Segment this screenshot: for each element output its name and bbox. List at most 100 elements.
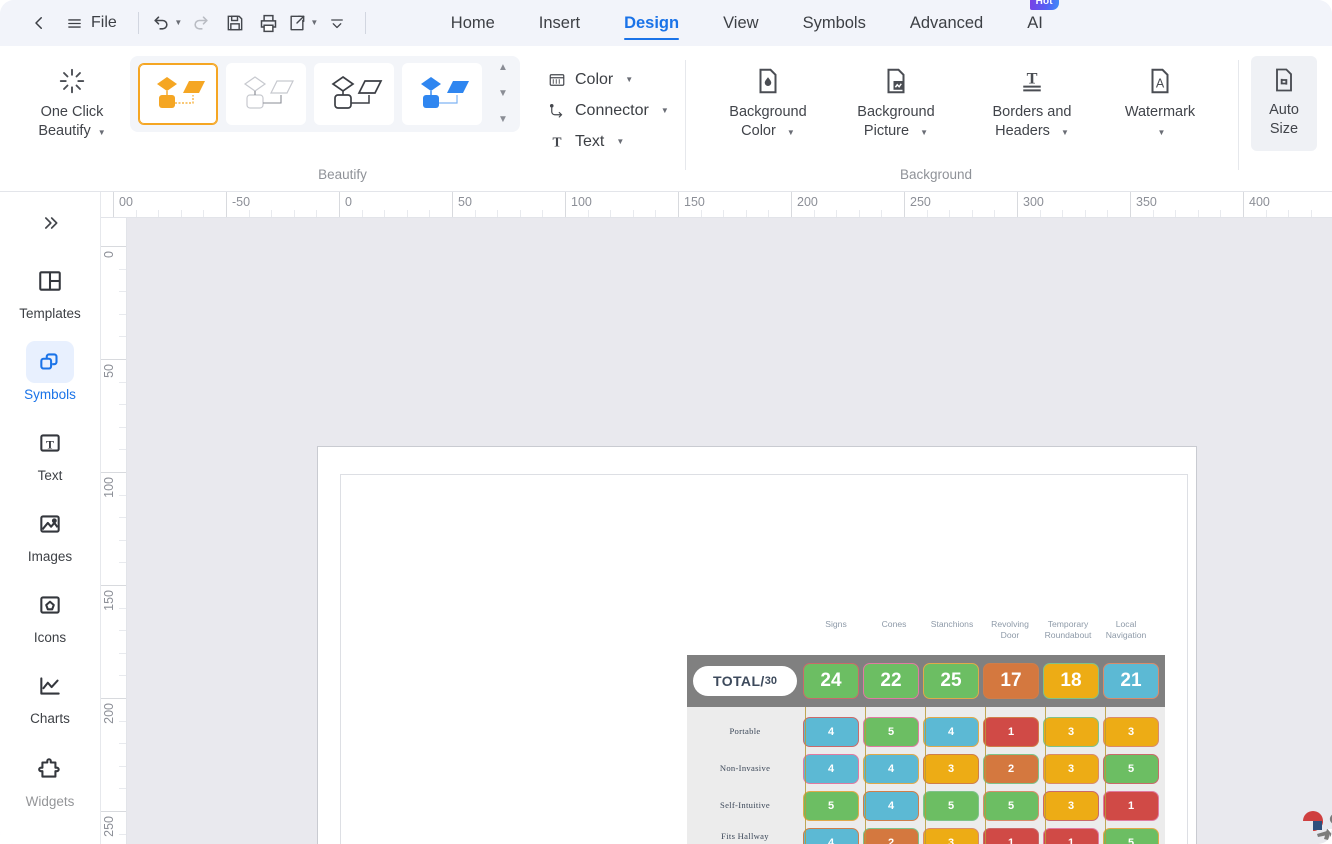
tab-symbols[interactable]: Symbols <box>781 0 888 46</box>
document-page[interactable]: Signs Cones Stanchions Revolving Door Te… <box>317 446 1332 844</box>
borders-and-headers-button[interactable]: T Borders and Headers ▼ <box>962 56 1102 141</box>
tab-advanced[interactable]: Advanced <box>888 0 1005 46</box>
matrix-cell[interactable]: 5 <box>1103 827 1159 844</box>
ruler-label: 400 <box>1249 195 1270 209</box>
color-button[interactable]: Color ▼ <box>542 69 675 91</box>
save-button[interactable] <box>218 6 252 40</box>
toolbar-divider <box>137 12 139 34</box>
matrix-cell[interactable]: 1 <box>1103 790 1159 821</box>
back-button[interactable] <box>22 6 56 40</box>
horizontal-ruler[interactable]: 00-50050100150200250300350400450 <box>101 192 1332 218</box>
tab-design[interactable]: Design <box>602 0 701 46</box>
sidebar-item-widgets[interactable]: Widgets <box>7 744 93 811</box>
ruler-minor-tick <box>723 210 725 217</box>
undo-dropdown-caret[interactable]: ▼ <box>174 19 182 27</box>
sidebar-item-templates[interactable]: Templates <box>7 256 93 323</box>
background-color-caret[interactable]: ▼ <box>787 128 795 137</box>
sidebar-expand-button[interactable] <box>28 204 72 242</box>
sidebar-item-charts[interactable]: Charts <box>7 661 93 728</box>
style-thumb-blue-filled[interactable] <box>402 63 482 125</box>
one-click-beautify-button[interactable]: One Click Beautify ▼ <box>20 56 124 141</box>
matrix-cell[interactable]: 1 <box>1043 827 1099 844</box>
one-click-beautify-caret[interactable]: ▼ <box>98 128 106 137</box>
ruler-tick <box>1243 192 1244 217</box>
matrix-cell[interactable]: 3 <box>923 827 979 844</box>
decision-matrix-diagram[interactable]: Signs Cones Stanchions Revolving Door Te… <box>687 619 1332 844</box>
total-cell[interactable]: 22 <box>863 663 919 699</box>
matrix-cell[interactable]: 3 <box>1043 790 1099 821</box>
matrix-cell[interactable]: 4 <box>803 827 859 844</box>
matrix-cell[interactable]: 2 <box>863 827 919 844</box>
ruler-label: 50 <box>102 364 116 378</box>
text-dropdown-caret[interactable]: ▼ <box>616 138 624 146</box>
gallery-scroll-down-button[interactable]: ▼ <box>498 89 508 99</box>
background-picture-button[interactable]: Background Picture ▼ <box>830 56 962 141</box>
tab-insert[interactable]: Insert <box>517 0 602 46</box>
matrix-cell[interactable]: 3 <box>923 753 979 784</box>
matrix-cell[interactable]: 4 <box>803 753 859 784</box>
matrix-cell[interactable]: 4 <box>863 753 919 784</box>
connector-button[interactable]: Connector ▼ <box>542 100 675 122</box>
sidebar-item-images[interactable]: Images <box>7 499 93 566</box>
column-header-cones: Cones <box>881 619 907 629</box>
matrix-cell[interactable]: 4 <box>803 716 859 747</box>
tab-ai[interactable]: AI Hot <box>1005 0 1065 46</box>
style-thumb-outline-light[interactable] <box>226 63 306 125</box>
watermark-icon: A <box>1145 66 1175 96</box>
matrix-cell[interactable]: 5 <box>1103 753 1159 784</box>
gallery-scroll-up-button[interactable]: ▲ <box>498 63 508 73</box>
matrix-cell[interactable]: 5 <box>863 716 919 747</box>
redo-button[interactable] <box>184 6 218 40</box>
total-cell[interactable]: 25 <box>923 663 979 699</box>
matrix-cell[interactable]: 5 <box>923 790 979 821</box>
ruler-label: 0 <box>102 251 116 258</box>
total-cell[interactable]: 24 <box>803 663 859 699</box>
matrix-cell[interactable]: 5 <box>983 790 1039 821</box>
matrix-cell[interactable]: 1 <box>983 716 1039 747</box>
sidebar-item-icons[interactable]: Icons <box>7 580 93 647</box>
ruler-minor-tick <box>1265 210 1267 217</box>
matrix-cell[interactable]: 4 <box>863 790 919 821</box>
vertical-ruler[interactable]: 0 50 100 150 200 250 <box>101 218 127 844</box>
style-thumb-orange-filled[interactable] <box>138 63 218 125</box>
matrix-cell[interactable]: 3 <box>1043 716 1099 747</box>
export-dropdown-caret[interactable]: ▼ <box>310 19 318 27</box>
matrix-cell[interactable]: 2 <box>983 753 1039 784</box>
gallery-expand-button[interactable]: ▼ <box>498 115 508 125</box>
ruler-minor-tick <box>119 539 126 541</box>
canvas[interactable]: Signs Cones Stanchions Revolving Door Te… <box>127 218 1332 844</box>
background-color-button[interactable]: Background Color ▼ <box>706 56 830 141</box>
matrix-cell[interactable]: 4 <box>923 716 979 747</box>
connector-dropdown-caret[interactable]: ▼ <box>661 107 669 115</box>
icons-icon <box>26 584 74 626</box>
ruler-minor-tick <box>180 210 182 217</box>
file-menu-button[interactable]: File <box>56 6 127 40</box>
style-thumb-outline-dark[interactable] <box>314 63 394 125</box>
color-dropdown-caret[interactable]: ▼ <box>625 76 633 84</box>
auto-size-button[interactable]: Auto Size <box>1251 56 1317 152</box>
tab-home[interactable]: Home <box>429 0 517 46</box>
ruler-minor-tick <box>119 743 126 745</box>
more-commands-button[interactable] <box>320 6 354 40</box>
total-cell[interactable]: 17 <box>983 663 1039 699</box>
ruler-minor-tick <box>361 210 363 217</box>
sidebar-item-symbols[interactable]: Symbols <box>7 337 93 404</box>
tab-view[interactable]: View <box>701 0 780 46</box>
borders-headers-caret[interactable]: ▼ <box>1061 128 1069 137</box>
matrix-cell[interactable]: 5 <box>803 790 859 821</box>
watermark-button[interactable]: A Watermark ▼ <box>1102 56 1218 141</box>
total-cell[interactable]: 21 <box>1103 663 1159 699</box>
watermark-caret[interactable]: ▼ <box>1158 128 1166 137</box>
background-picture-caret[interactable]: ▼ <box>920 128 928 137</box>
sidebar-item-text[interactable]: T Text <box>7 418 93 485</box>
print-button[interactable] <box>252 6 286 40</box>
matrix-total-row[interactable]: TOTAL/30 24 22 25 17 18 21 <box>687 655 1165 707</box>
total-cell[interactable]: 18 <box>1043 663 1099 699</box>
ruler-minor-tick <box>926 210 928 217</box>
text-button[interactable]: T Text ▼ <box>542 131 675 153</box>
export-button[interactable]: ▼ <box>286 6 320 40</box>
matrix-cell[interactable]: 1 <box>983 827 1039 844</box>
matrix-cell[interactable]: 3 <box>1103 716 1159 747</box>
undo-button[interactable]: ▼ <box>150 6 184 40</box>
matrix-cell[interactable]: 3 <box>1043 753 1099 784</box>
